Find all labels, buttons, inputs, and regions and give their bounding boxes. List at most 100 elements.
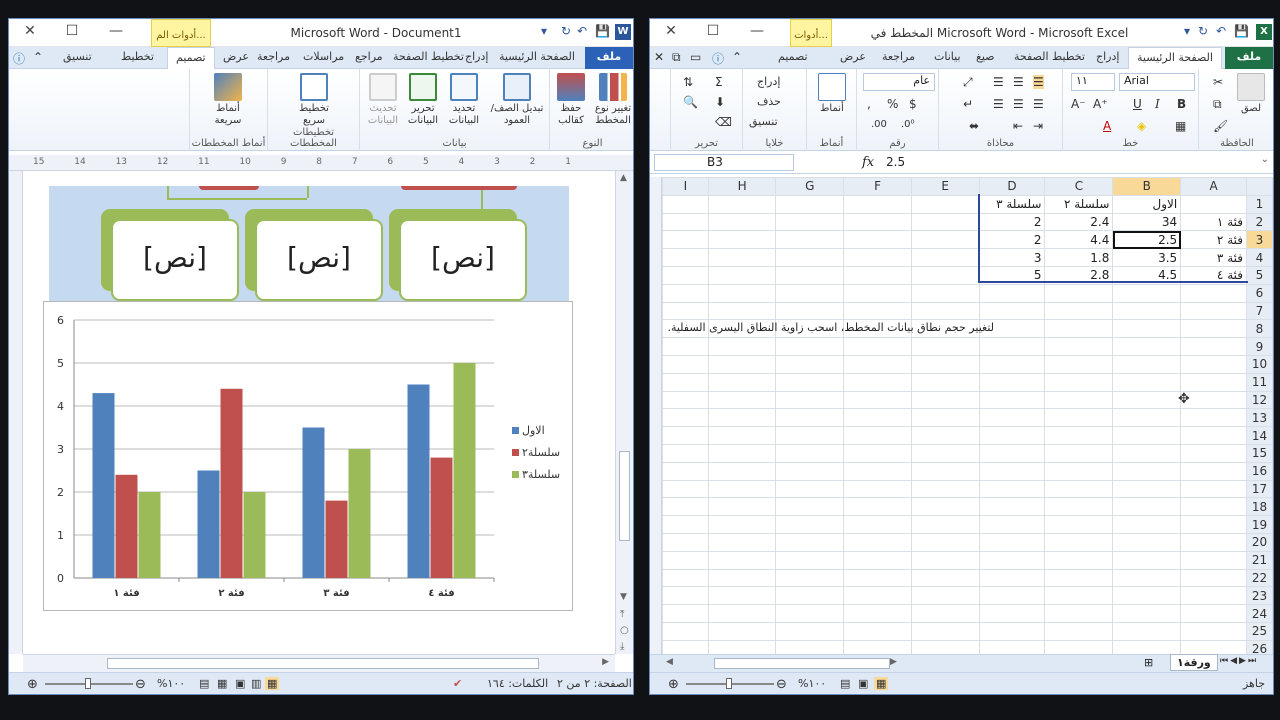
row-header[interactable]: 1 xyxy=(1245,194,1273,214)
cell[interactable] xyxy=(662,550,709,570)
paste-button[interactable]: لصق xyxy=(1229,73,1273,115)
cell[interactable] xyxy=(775,283,845,303)
sort-filter-icon[interactable]: ⇅ xyxy=(683,75,693,89)
cell[interactable] xyxy=(1044,354,1114,374)
tab-design[interactable]: تصميم xyxy=(167,47,215,69)
cell[interactable] xyxy=(1180,283,1247,303)
cell[interactable]: 2 xyxy=(978,230,1046,250)
cell[interactable]: فئة ٤ xyxy=(1180,265,1247,285)
cell[interactable] xyxy=(1180,586,1247,606)
help-icon[interactable]: ⓘ xyxy=(13,50,25,67)
italic-icon[interactable]: I xyxy=(1155,97,1160,111)
cell[interactable] xyxy=(843,283,912,303)
cell[interactable] xyxy=(707,283,777,303)
cell[interactable]: 3.5 xyxy=(1112,248,1182,267)
formula-input[interactable]: 2.5 xyxy=(886,155,905,169)
zoom-out-icon[interactable]: ⊖ xyxy=(135,677,146,692)
cell[interactable] xyxy=(978,497,1046,517)
cell[interactable] xyxy=(662,390,709,410)
sheet-tab-sheet1[interactable]: ورقة١ xyxy=(1170,654,1218,671)
cell[interactable] xyxy=(707,604,777,623)
format-painter-icon[interactable]: 🖌 xyxy=(1213,119,1228,133)
cell[interactable] xyxy=(1112,443,1182,463)
row-header[interactable]: 17 xyxy=(1245,479,1273,499)
currency-icon[interactable]: $ xyxy=(909,97,917,111)
cell[interactable] xyxy=(662,586,709,606)
cell[interactable] xyxy=(978,337,1046,356)
tab-mailings[interactable]: مراسلات xyxy=(303,50,344,63)
cell[interactable] xyxy=(843,212,912,232)
row-header[interactable]: 15 xyxy=(1245,443,1273,463)
cell[interactable]: 4.4 xyxy=(1044,230,1114,250)
cell[interactable] xyxy=(978,426,1046,445)
cell[interactable] xyxy=(843,550,912,570)
cell[interactable] xyxy=(775,194,845,214)
cell[interactable] xyxy=(978,604,1046,623)
cell[interactable] xyxy=(910,212,980,232)
cell[interactable] xyxy=(775,390,845,410)
cell[interactable] xyxy=(978,479,1046,499)
cell[interactable] xyxy=(978,621,1046,641)
quick-access-dropdown-icon[interactable]: ▾ xyxy=(1184,24,1190,38)
row-header[interactable]: 19 xyxy=(1245,515,1273,534)
tab-review[interactable]: مراجعة xyxy=(257,50,290,63)
cell[interactable] xyxy=(1180,372,1247,392)
cell[interactable] xyxy=(1044,515,1114,534)
cell[interactable]: 2.5 xyxy=(1112,230,1182,250)
cell[interactable] xyxy=(707,426,777,445)
cell[interactable] xyxy=(1112,319,1182,339)
cell[interactable] xyxy=(1044,319,1114,339)
cell[interactable]: سلسلة ٢ xyxy=(1044,194,1114,214)
clear-icon[interactable]: ⌫ xyxy=(715,115,732,129)
cell[interactable] xyxy=(1044,426,1114,445)
cell[interactable] xyxy=(978,568,1046,588)
cell[interactable] xyxy=(910,604,980,623)
column-header[interactable]: F xyxy=(843,177,912,196)
cell[interactable] xyxy=(978,550,1046,570)
zoom-slider-thumb[interactable] xyxy=(85,678,91,689)
cell[interactable] xyxy=(1112,586,1182,606)
align-right-icon[interactable]: ☰ xyxy=(1033,97,1044,111)
cell[interactable] xyxy=(1112,283,1182,303)
cell[interactable] xyxy=(843,479,912,499)
find-select-icon[interactable]: 🔍 xyxy=(683,95,698,109)
smartart-graphic[interactable]: [نص] [نص] [نص] xyxy=(49,186,569,303)
worksheet-grid[interactable]: IHGFEDCBA سلسلة ٣ سلسلة ٢ الاول 1 2 2.4 34 فئة … xyxy=(662,177,1273,659)
cell[interactable]: سلسلة ٣ xyxy=(978,194,1046,214)
number-format-select[interactable]: عام xyxy=(863,73,935,91)
column-header[interactable]: A xyxy=(1180,177,1247,196)
page-number[interactable]: الصفحة: ٢ من ٢ xyxy=(557,677,632,690)
cell[interactable] xyxy=(1044,390,1114,410)
restore-workbook-icon[interactable]: ⧉ xyxy=(672,50,681,65)
tab-insert[interactable]: إدراج xyxy=(1096,50,1119,63)
vertical-scrollbar[interactable] xyxy=(650,177,662,654)
cell[interactable] xyxy=(1044,461,1114,481)
zoom-in-icon[interactable]: ⊕ xyxy=(668,677,679,692)
column-header[interactable]: D xyxy=(978,177,1046,196)
tab-formulas[interactable]: صيغ xyxy=(976,50,995,63)
cell[interactable]: 2.8 xyxy=(1044,265,1114,285)
column-header[interactable]: I xyxy=(662,177,709,196)
cell[interactable] xyxy=(910,283,980,303)
cell[interactable] xyxy=(910,443,980,463)
shrink-font-icon[interactable]: A⁻ xyxy=(1071,97,1086,111)
cell[interactable] xyxy=(707,497,777,517)
quick-layout-button[interactable]: تخطيط سريع xyxy=(288,73,340,127)
autosum-icon[interactable]: Σ xyxy=(715,75,723,89)
quick-access-dropdown-icon[interactable]: ▾ xyxy=(541,24,547,38)
web-layout-icon[interactable]: ▣ xyxy=(235,677,245,690)
normal-view-icon[interactable]: ▦ xyxy=(874,677,889,690)
cell[interactable] xyxy=(910,568,980,588)
row-header[interactable]: 24 xyxy=(1245,604,1273,623)
cell[interactable] xyxy=(775,621,845,641)
column-header[interactable]: C xyxy=(1044,177,1114,196)
row-header[interactable]: 23 xyxy=(1245,586,1273,606)
cell[interactable] xyxy=(1044,550,1114,570)
cell[interactable]: 3 xyxy=(978,248,1046,267)
cell[interactable] xyxy=(978,301,1046,321)
insert-cells-button[interactable]: إدراج xyxy=(757,75,780,88)
expand-formula-bar-icon[interactable]: ⌄ xyxy=(1261,154,1269,165)
cell[interactable]: فئة ٢ xyxy=(1180,230,1247,250)
cell[interactable] xyxy=(1112,497,1182,517)
previous-page-icon[interactable]: ⤒ xyxy=(620,609,624,620)
